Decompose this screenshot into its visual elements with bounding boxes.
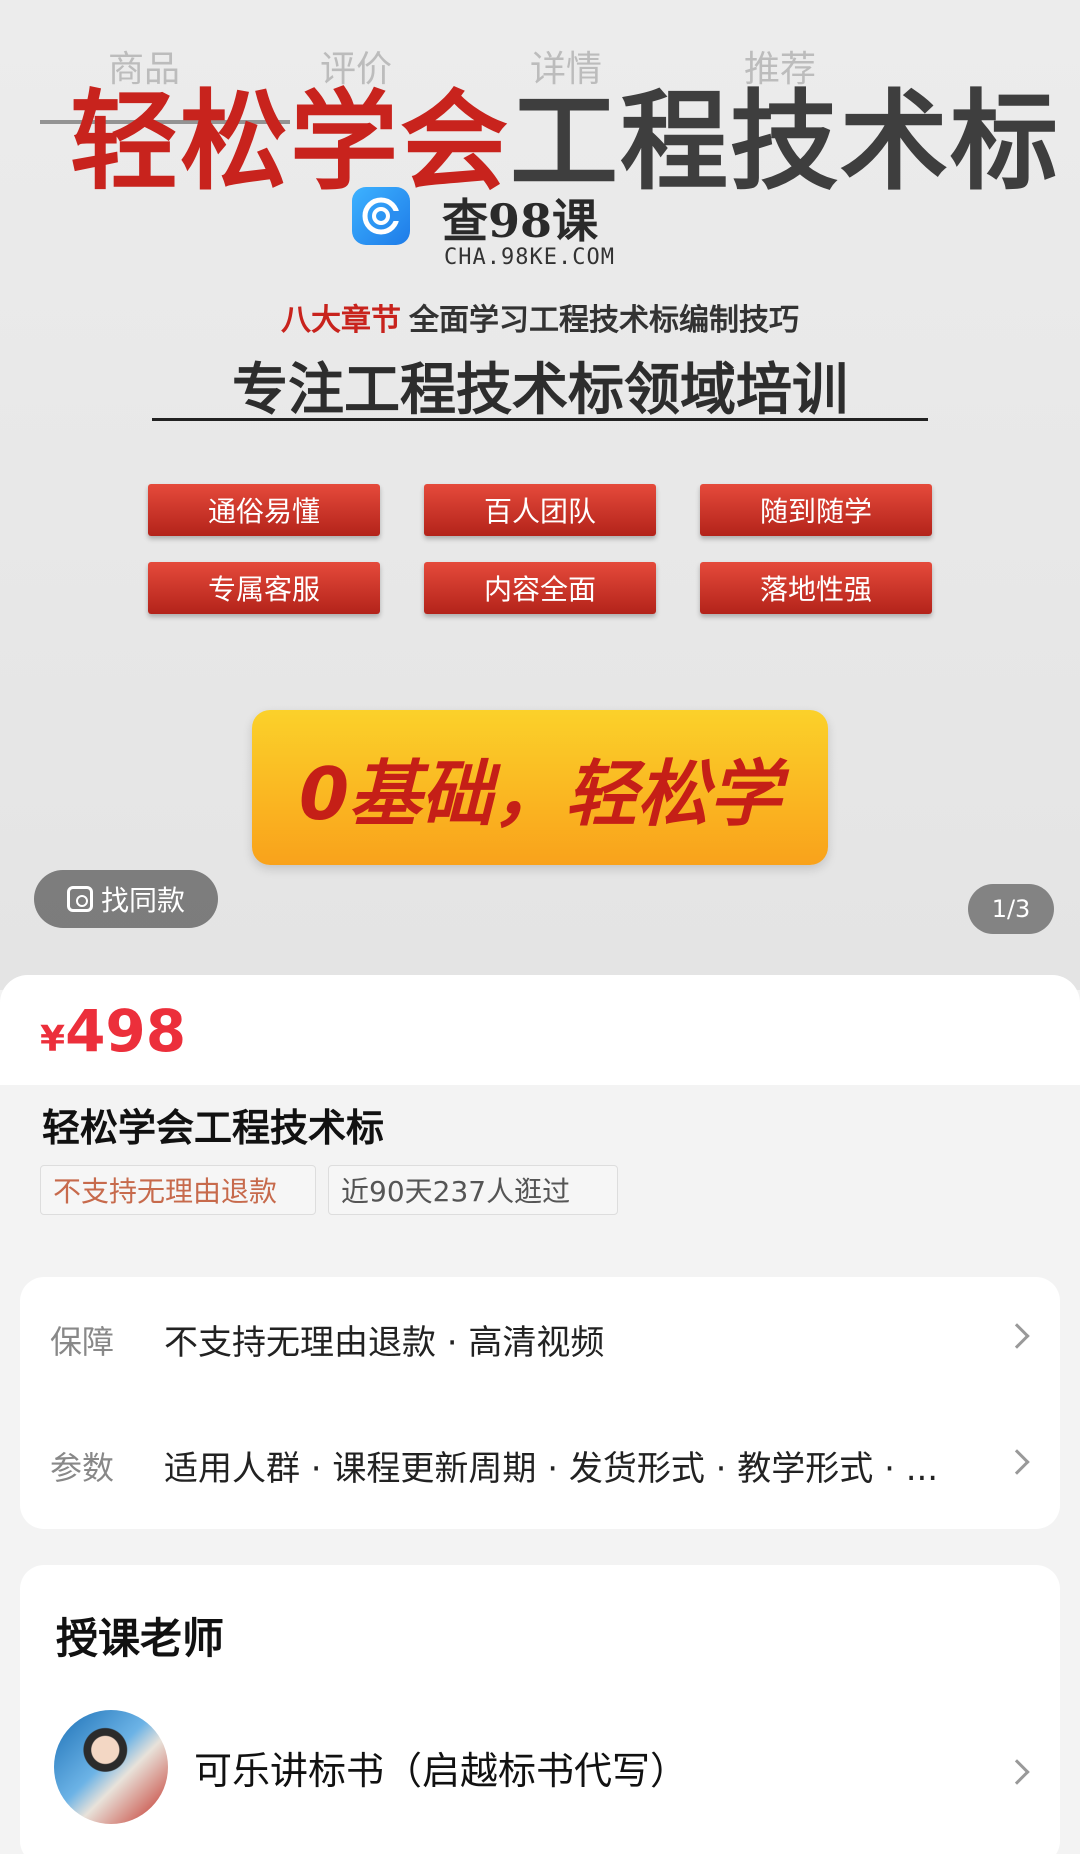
subtitle-text: 全面学习工程技术标编制技巧 bbox=[409, 303, 799, 338]
params-label: 参数 bbox=[50, 1449, 115, 1487]
slogan-underline bbox=[152, 418, 928, 421]
find-same-label: 找同款 bbox=[100, 884, 185, 917]
chevron-right-icon bbox=[1004, 1323, 1030, 1349]
watermark-logo: 查98课 CHA.98KE.COM bbox=[352, 185, 652, 275]
params-value: 适用人群 · 课程更新周期 · 发货形式 · 教学形式 · ... bbox=[164, 1449, 939, 1489]
teacher-heading: 授课老师 bbox=[56, 1614, 225, 1663]
course-title: 轻松学会工程技术标 bbox=[42, 1106, 385, 1150]
watermark-url: CHA.98KE.COM bbox=[444, 245, 615, 270]
visits-tag: 近90天237人逛过 bbox=[328, 1165, 618, 1215]
refund-policy-tag: 不支持无理由退款 bbox=[40, 1165, 316, 1215]
price-section: ¥498 bbox=[0, 975, 1080, 1085]
params-row[interactable]: 参数 适用人群 · 课程更新周期 · 发货形式 · 教学形式 · ... bbox=[20, 1403, 1060, 1529]
title-section: 轻松学会工程技术标 不支持无理由退款 近90天237人逛过 bbox=[0, 1085, 1080, 1235]
watermark-badge-icon bbox=[352, 187, 410, 245]
image-pager: 1/3 bbox=[968, 884, 1054, 934]
chevron-right-icon[interactable] bbox=[1004, 1759, 1030, 1785]
feature-badge: 随到随学 bbox=[700, 484, 932, 536]
guarantee-label: 保障 bbox=[50, 1323, 115, 1361]
currency-symbol: ¥ bbox=[40, 1019, 66, 1060]
feature-badge: 落地性强 bbox=[700, 562, 932, 614]
find-same-button[interactable]: 找同款 bbox=[34, 870, 218, 928]
price-value: 498 bbox=[65, 997, 187, 1065]
banner-subtitle: 八大章节 全面学习工程技术标编制技巧 bbox=[0, 295, 1080, 339]
subtitle-chapters: 八大章节 bbox=[281, 303, 401, 338]
teacher-avatar[interactable] bbox=[54, 1710, 168, 1824]
product-info-sheet: ¥498 轻松学会工程技术标 不支持无理由退款 近90天237人逛过 保障 不支… bbox=[0, 975, 1080, 1854]
product-image-carousel[interactable]: 商品 评价 详情 推荐 轻松学会工程技术标 查98课 CHA.98KE.COM … bbox=[0, 0, 1080, 990]
banner-cta: 0基础，轻松学 bbox=[252, 710, 828, 865]
watermark-name: 查98课 bbox=[442, 194, 599, 248]
guarantee-card: 保障 不支持无理由退款 · 高清视频 参数 适用人群 · 课程更新周期 · 发货… bbox=[20, 1277, 1060, 1529]
teacher-name[interactable]: 可乐讲标书（启越标书代写） bbox=[194, 1740, 688, 1795]
guarantee-value: 不支持无理由退款 · 高清视频 bbox=[164, 1323, 605, 1363]
feature-badge: 百人团队 bbox=[424, 484, 656, 536]
feature-badge: 通俗易懂 bbox=[148, 484, 380, 536]
cta-text: 0基础，轻松学 bbox=[298, 752, 782, 836]
feature-badge: 内容全面 bbox=[424, 562, 656, 614]
image-search-icon bbox=[66, 886, 93, 912]
banner-slogan: 专注工程技术标领域培训 bbox=[232, 358, 848, 423]
guarantee-row[interactable]: 保障 不支持无理由退款 · 高清视频 bbox=[20, 1277, 1060, 1403]
chevron-right-icon bbox=[1004, 1449, 1030, 1475]
banner-headline: 轻松学会工程技术标 bbox=[70, 55, 1058, 205]
feature-badge: 专属客服 bbox=[148, 562, 380, 614]
teacher-card: 授课老师 可乐讲标书（启越标书代写） bbox=[20, 1565, 1060, 1854]
price: ¥498 bbox=[40, 997, 186, 1065]
